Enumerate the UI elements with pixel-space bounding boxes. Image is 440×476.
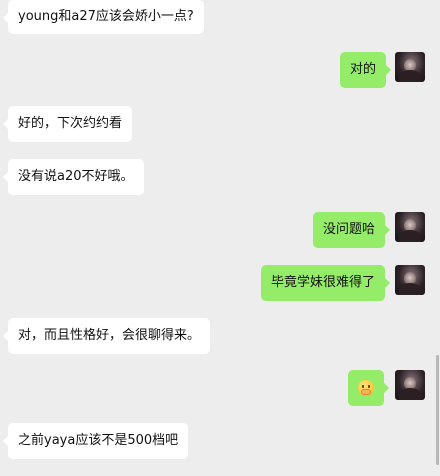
message-text: 对的 <box>350 62 377 77</box>
message-text: 对，而且性格好，会很聊得来。 <box>18 328 201 343</box>
outgoing-message-bubble[interactable]: 没问题哈 <box>313 212 391 248</box>
message-text: 没问题哈 <box>323 222 376 237</box>
incoming-message-bubble[interactable]: 之前yaya应该不是500档吧 <box>2 423 189 459</box>
incoming-message-bubble[interactable]: 没有说a20不好哦。 <box>3 159 144 195</box>
user-avatar[interactable] <box>395 370 425 400</box>
outgoing-message-bubble[interactable]: 毕竟学妹很难得了 <box>261 265 391 301</box>
message-text: 没有说a20不好哦。 <box>18 169 134 184</box>
outgoing-message-bubble[interactable]: 对的 <box>340 52 392 88</box>
user-avatar[interactable] <box>395 212 425 242</box>
outgoing-emoji-bubble[interactable] <box>348 370 389 406</box>
incoming-message-bubble[interactable]: young和a27应该会娇小一点? <box>3 0 204 34</box>
message-text: 毕竟学妹很难得了 <box>271 275 376 290</box>
user-avatar[interactable] <box>395 265 425 295</box>
incoming-message-bubble[interactable]: 好的，下次约约看 <box>2 106 133 142</box>
message-text: 好的，下次约约看 <box>18 116 123 131</box>
incoming-message-bubble[interactable]: 对，而且性格好，会很聊得来。 <box>2 318 211 354</box>
chat-message-list[interactable]: young和a27应该会娇小一点? 对的 好的，下次约约看 没有说a20不好哦。… <box>0 0 440 476</box>
message-text: 之前yaya应该不是500档吧 <box>18 433 179 448</box>
message-text: young和a27应该会娇小一点? <box>18 9 194 24</box>
user-avatar[interactable] <box>395 52 425 82</box>
scrollbar-thumb[interactable] <box>436 355 439 465</box>
hand-over-mouth-emoji-icon <box>358 380 374 396</box>
